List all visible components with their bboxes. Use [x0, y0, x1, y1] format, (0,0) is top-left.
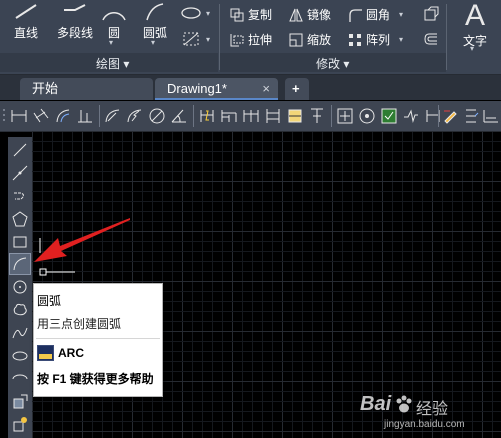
tooltip-command: ARC	[58, 346, 84, 360]
tooltip-description: 用三点创建圆弧	[37, 317, 122, 331]
tooltip-divider	[36, 338, 160, 339]
watermark-suffix: 经验	[416, 401, 449, 418]
baidu-watermark: Bai 经验 jingyan.baidu.com	[356, 393, 496, 433]
tooltip-help: 按 F1 键获得更多帮助	[37, 372, 154, 386]
paw-icon	[396, 395, 412, 413]
command-icon	[37, 345, 54, 361]
watermark-brand: Bai	[360, 393, 392, 415]
arc-tooltip: 圆弧 用三点创建圆弧 ARC 按 F1 键获得更多帮助	[33, 283, 163, 397]
watermark-url: jingyan.baidu.com	[384, 419, 465, 430]
tooltip-title: 圆弧	[37, 294, 62, 308]
